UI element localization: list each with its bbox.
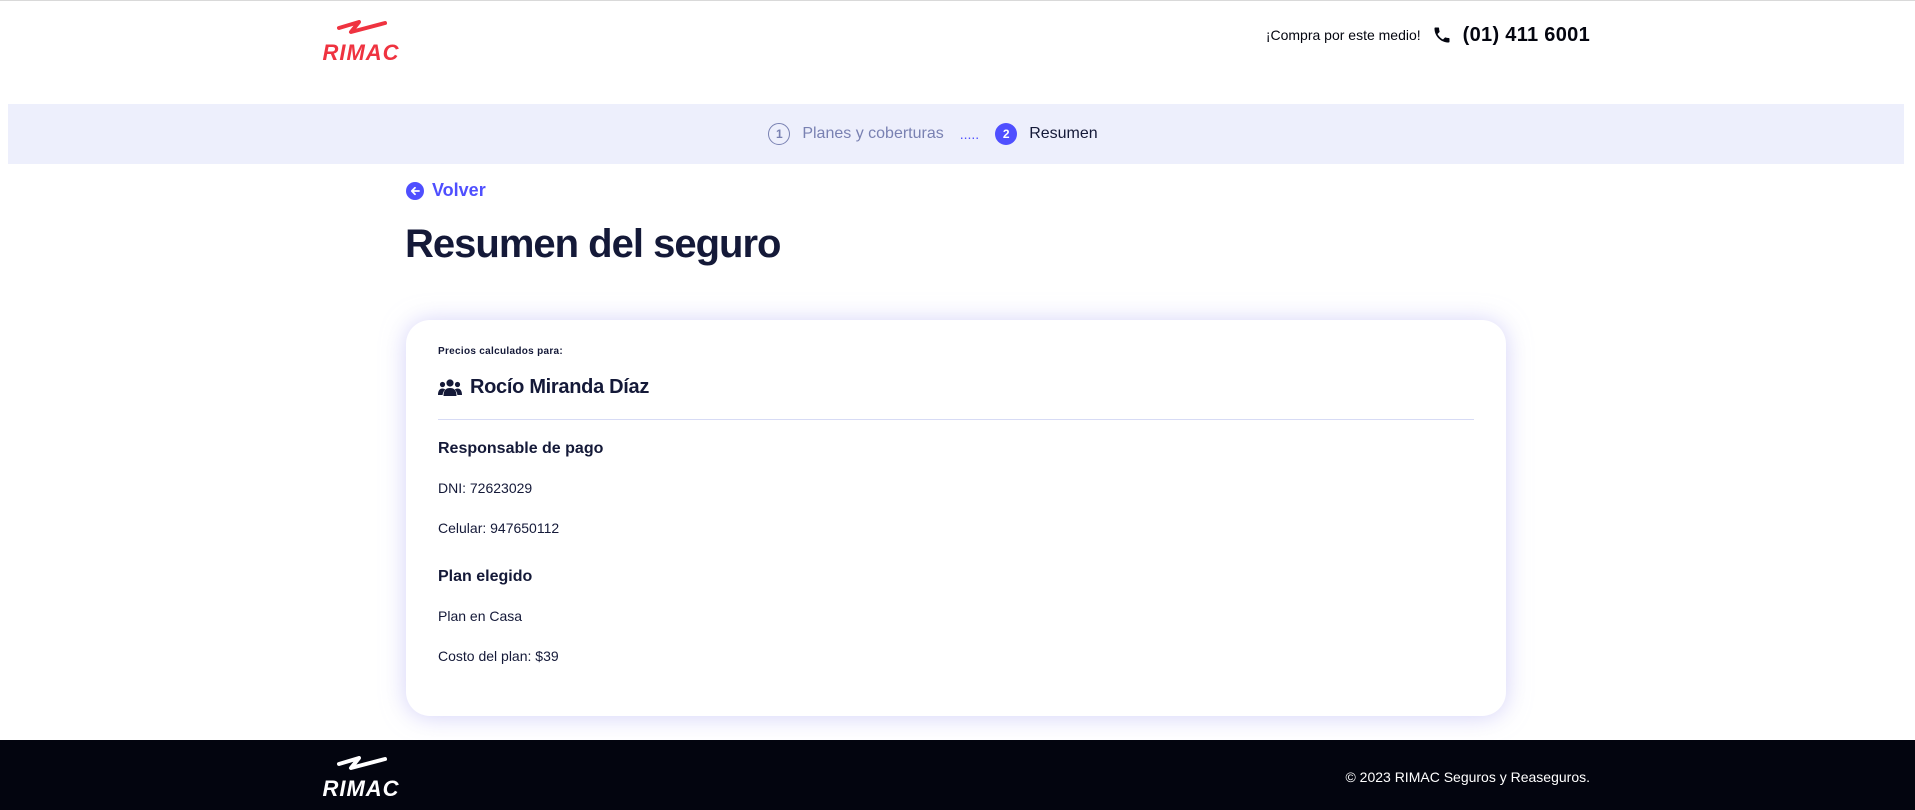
back-label: Volver [432,180,486,200]
phone-number-link[interactable]: (01) 411 6001 [1463,24,1590,47]
plan-section-title: Plan elegido [438,568,533,585]
rimac-logo[interactable]: RIMAC [321,20,401,64]
back-link[interactable]: Volver [406,180,486,201]
arrow-left-circle-icon [406,181,424,200]
insured-person: Rocío Miranda Díaz [438,376,649,399]
page-title: Resumen del seguro [405,222,781,266]
phone-icon [1431,24,1453,46]
dni-text: DNI: 72623029 [438,480,533,496]
footer: RIMAC © 2023 RIMAC Seguros y Reaseguros. [0,740,1915,810]
contact-info: ¡Compra por este medio! (01) 411 6001 [1266,20,1590,50]
divider [438,419,1474,420]
step-2-number: 2 [995,123,1018,145]
top-border [0,0,1915,1]
plan-name-text: Plan en Casa [438,608,523,624]
calc-label: Precios calculados para: [438,346,564,357]
step-1-label: Planes y coberturas [802,125,944,142]
step-separator: ..... [959,126,980,142]
users-icon [438,378,462,398]
payer-section-title: Responsable de pago [438,440,604,457]
summary-card: Precios calculados para: Rocío Miranda D… [406,320,1506,716]
progress-stepper: 1 Planes y coberturas ..... 2 Resumen [8,104,1904,164]
step-2-label: Resumen [1029,125,1098,142]
footer-rimac-logo[interactable]: RIMAC [321,756,401,800]
rimac-logo-mark [337,756,387,770]
person-name: Rocío Miranda Díaz [470,376,650,398]
plan-cost-text: Costo del plan: $39 [438,648,559,664]
step-1-number: 1 [768,123,791,145]
rimac-logo-mark [337,20,387,34]
copyright-text: © 2023 RIMAC Seguros y Reaseguros. [1345,769,1590,785]
contact-label: ¡Compra por este medio! [1265,27,1421,43]
footer-logo-wordmark: RIMAC [322,776,400,801]
phone-text: Celular: 947650112 [438,520,560,536]
logo-wordmark: RIMAC [322,40,400,65]
